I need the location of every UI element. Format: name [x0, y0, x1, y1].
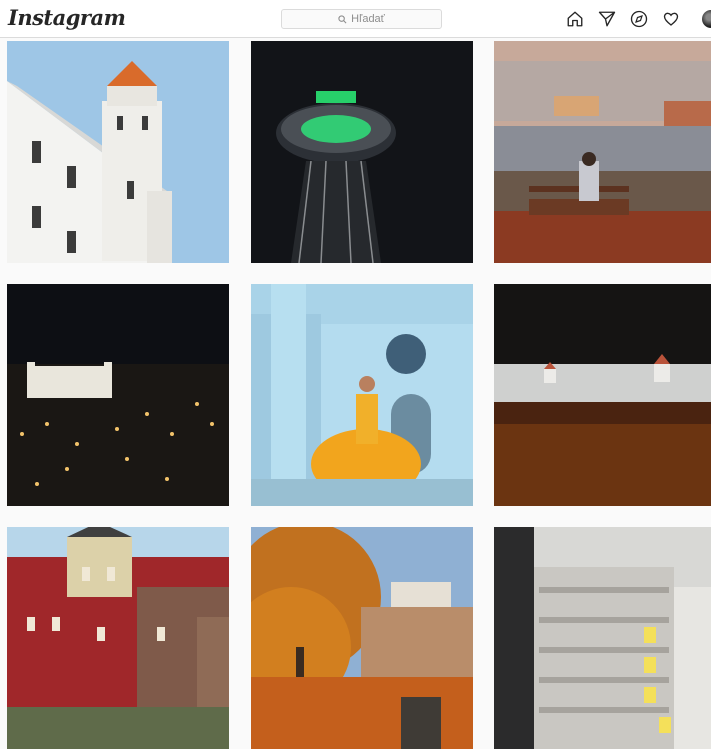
post-thumbnail[interactable]	[7, 527, 229, 749]
post-thumbnail[interactable]	[494, 284, 711, 506]
post-thumbnail[interactable]	[7, 284, 229, 506]
instagram-logo[interactable]: Instagram	[8, 5, 126, 30]
post-thumbnail[interactable]	[494, 527, 711, 749]
explore-compass-icon[interactable]	[629, 9, 649, 29]
top-navigation-bar: Instagram Hľadať	[0, 0, 711, 38]
search-icon	[338, 14, 347, 23]
profile-avatar[interactable]	[702, 10, 711, 28]
direct-send-icon[interactable]	[597, 9, 617, 29]
search-input[interactable]: Hľadať	[281, 9, 442, 29]
post-thumbnail[interactable]	[251, 527, 473, 749]
post-thumbnail[interactable]	[494, 41, 711, 263]
post-thumbnail[interactable]	[251, 41, 473, 263]
search-placeholder: Hľadať	[351, 13, 385, 25]
post-grid	[0, 38, 711, 749]
activity-heart-icon[interactable]	[661, 9, 681, 29]
post-thumbnail[interactable]	[251, 284, 473, 506]
home-icon[interactable]	[565, 9, 585, 29]
nav-icons	[565, 9, 681, 29]
post-thumbnail[interactable]	[7, 41, 229, 263]
